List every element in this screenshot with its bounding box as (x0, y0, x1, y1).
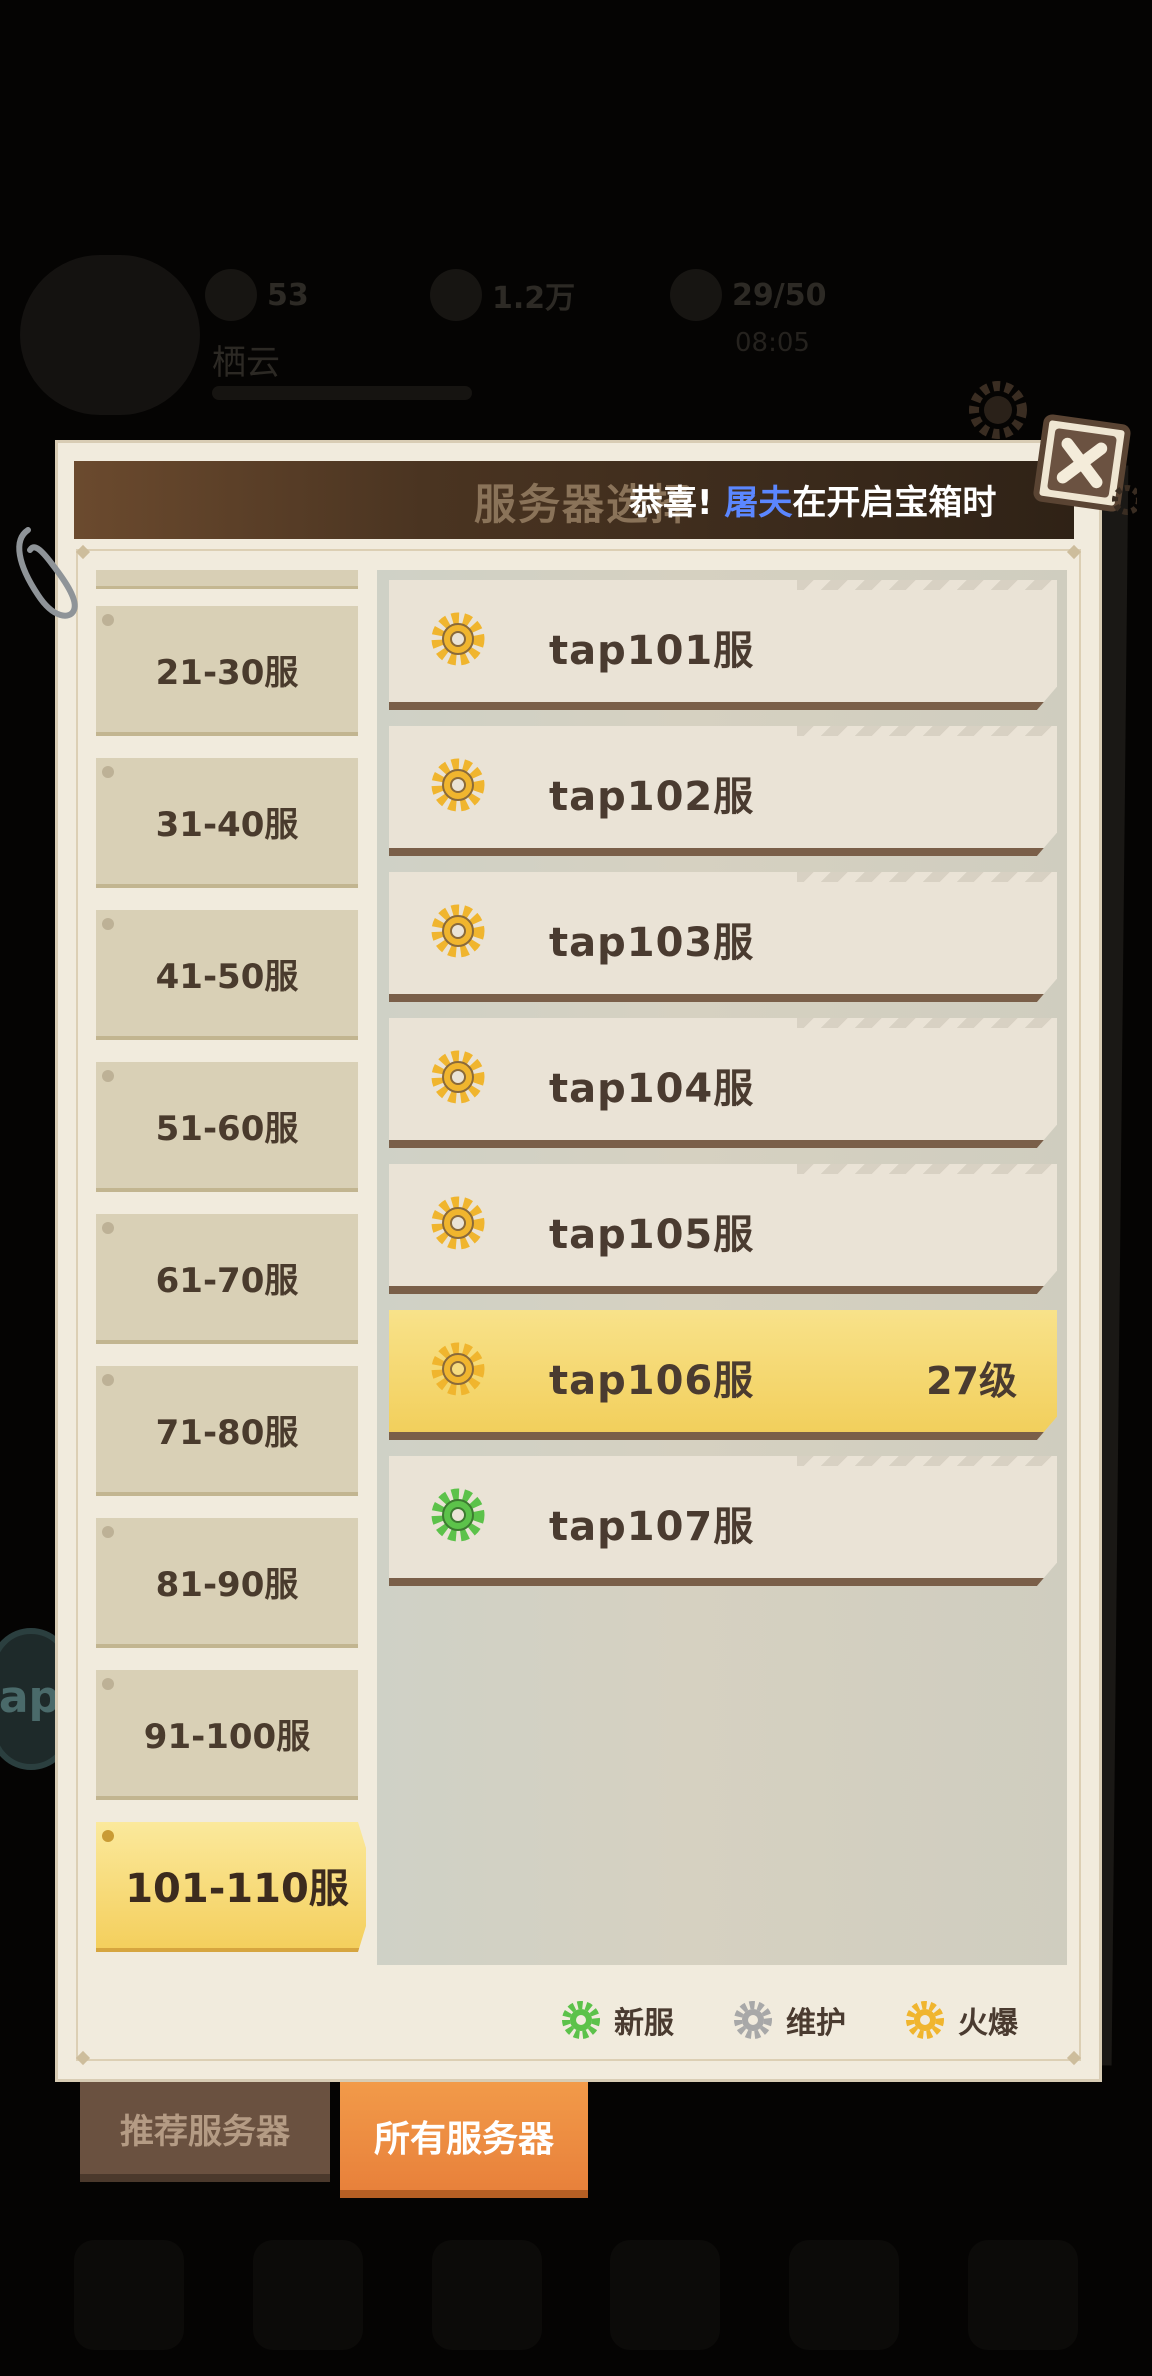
server-row-tap103[interactable]: tap103服 (389, 872, 1057, 1002)
gear-icon (431, 1342, 485, 1396)
tab-recommended-servers[interactable]: 推荐服务器 (80, 2082, 330, 2182)
server-row-tap106[interactable]: tap106服 27级 (389, 1310, 1057, 1440)
legend-maintenance: 维护 (732, 1998, 846, 2042)
announcement-player: 屠夫 (724, 483, 793, 523)
stamina-icon (670, 269, 722, 321)
server-name: tap106服 (549, 1358, 755, 1404)
nav-slot (788, 2240, 899, 2350)
gear-icon (906, 2001, 944, 2039)
gear-icon (431, 1488, 485, 1542)
range-tab-21-30[interactable]: 21-30服 (96, 606, 358, 736)
range-tab-51-60[interactable]: 51-60服 (96, 1062, 358, 1192)
range-tab-101-110[interactable]: 101-110服 (96, 1822, 366, 1952)
nav-slot (610, 2240, 721, 2350)
coin-icon (430, 269, 482, 321)
bg-stat-power: 53 (205, 268, 309, 322)
tab-all-servers[interactable]: 所有服务器 (340, 2082, 588, 2198)
server-row-tap105[interactable]: tap105服 (389, 1164, 1057, 1294)
range-tab-81-90[interactable]: 81-90服 (96, 1518, 358, 1648)
player-name: 栖云 (212, 343, 280, 383)
gear-icon (734, 2001, 772, 2039)
status-legend: 新服 维护 火爆 (560, 1998, 1018, 2042)
nav-slot (431, 2240, 542, 2350)
server-name: tap102服 (549, 774, 755, 820)
character-level: 27级 (926, 1359, 1017, 1403)
server-name: tap101服 (549, 628, 755, 674)
legend-new: 新服 (560, 1998, 674, 2042)
nav-slot (252, 2240, 363, 2350)
dialog-header: 服务器选择 恭喜! 屠夫在开启宝箱时 (74, 461, 1074, 539)
server-row-tap101[interactable]: tap101服 (389, 580, 1057, 710)
pin-icon (102, 1070, 114, 1082)
exp-bar (212, 386, 472, 400)
paperclip-icon (16, 527, 78, 619)
legend-hot: 火爆 (904, 1998, 1018, 2042)
player-avatar (20, 255, 200, 415)
nav-slot (74, 2240, 185, 2350)
pin-icon (102, 766, 114, 778)
range-tab-61-70[interactable]: 61-70服 (96, 1214, 358, 1344)
server-name: tap103服 (549, 920, 755, 966)
pin-icon (102, 1678, 114, 1690)
gear-icon (562, 2001, 600, 2039)
range-tab-31-40[interactable]: 31-40服 (96, 758, 358, 888)
server-row-tap107[interactable]: tap107服 (389, 1456, 1057, 1586)
pin-icon (102, 918, 114, 930)
close-button[interactable] (1027, 408, 1137, 518)
server-name: tap105服 (549, 1212, 755, 1258)
pin-icon (102, 1830, 114, 1842)
pin-icon (102, 1374, 114, 1386)
server-row-tap102[interactable]: tap102服 (389, 726, 1057, 856)
bg-stat-gold: 1.2万 (430, 268, 575, 322)
server-name: tap104服 (549, 1066, 755, 1112)
pin-icon (102, 1222, 114, 1234)
range-tab-71-80[interactable]: 71-80服 (96, 1366, 358, 1496)
range-tab-41-50[interactable]: 41-50服 (96, 910, 358, 1040)
gear-icon (431, 1050, 485, 1104)
gear-icon (431, 758, 485, 812)
announcement-marquee: 恭喜! 屠夫在开启宝箱时 (629, 483, 997, 523)
server-row-tap104[interactable]: tap104服 (389, 1018, 1057, 1148)
range-tab-partial (96, 570, 358, 589)
bottom-nav (40, 2240, 1112, 2350)
bg-stat-stamina: 29/50 (670, 268, 826, 322)
stamina-timer: 08:05 (735, 328, 810, 358)
range-list[interactable]: 21-30服 31-40服 41-50服 51-60服 61-70服 71-80… (96, 570, 366, 1960)
gear-icon (431, 1196, 485, 1250)
gear-icon (431, 612, 485, 666)
gear-icon (969, 381, 1027, 439)
power-icon (205, 269, 257, 321)
nav-slot (967, 2240, 1078, 2350)
pin-icon (102, 1526, 114, 1538)
pin-icon (102, 614, 114, 626)
server-name: tap107服 (549, 1504, 755, 1550)
range-tab-91-100[interactable]: 91-100服 (96, 1670, 358, 1800)
server-list[interactable]: tap101服 tap102服 tap103服 tap104服 tap105服 … (377, 570, 1067, 1965)
gear-icon (431, 904, 485, 958)
